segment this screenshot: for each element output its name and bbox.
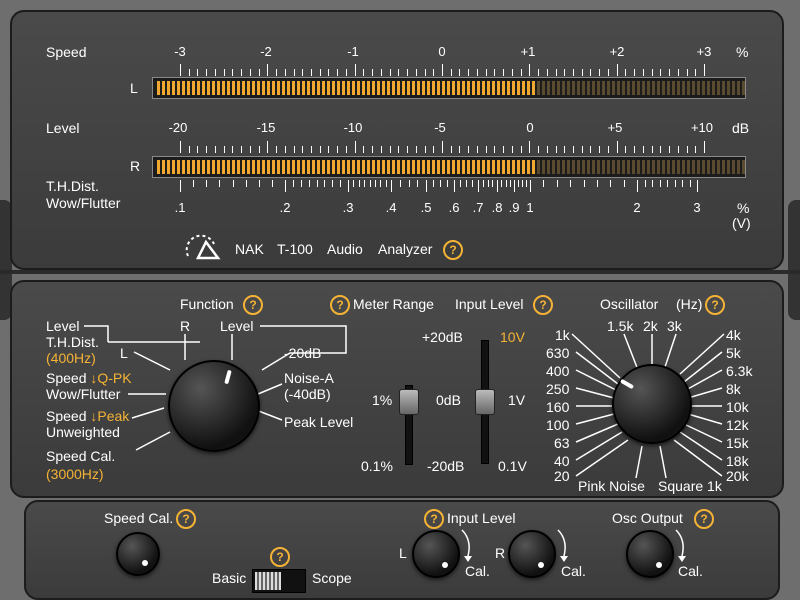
cal-arrows: [461, 529, 686, 562]
